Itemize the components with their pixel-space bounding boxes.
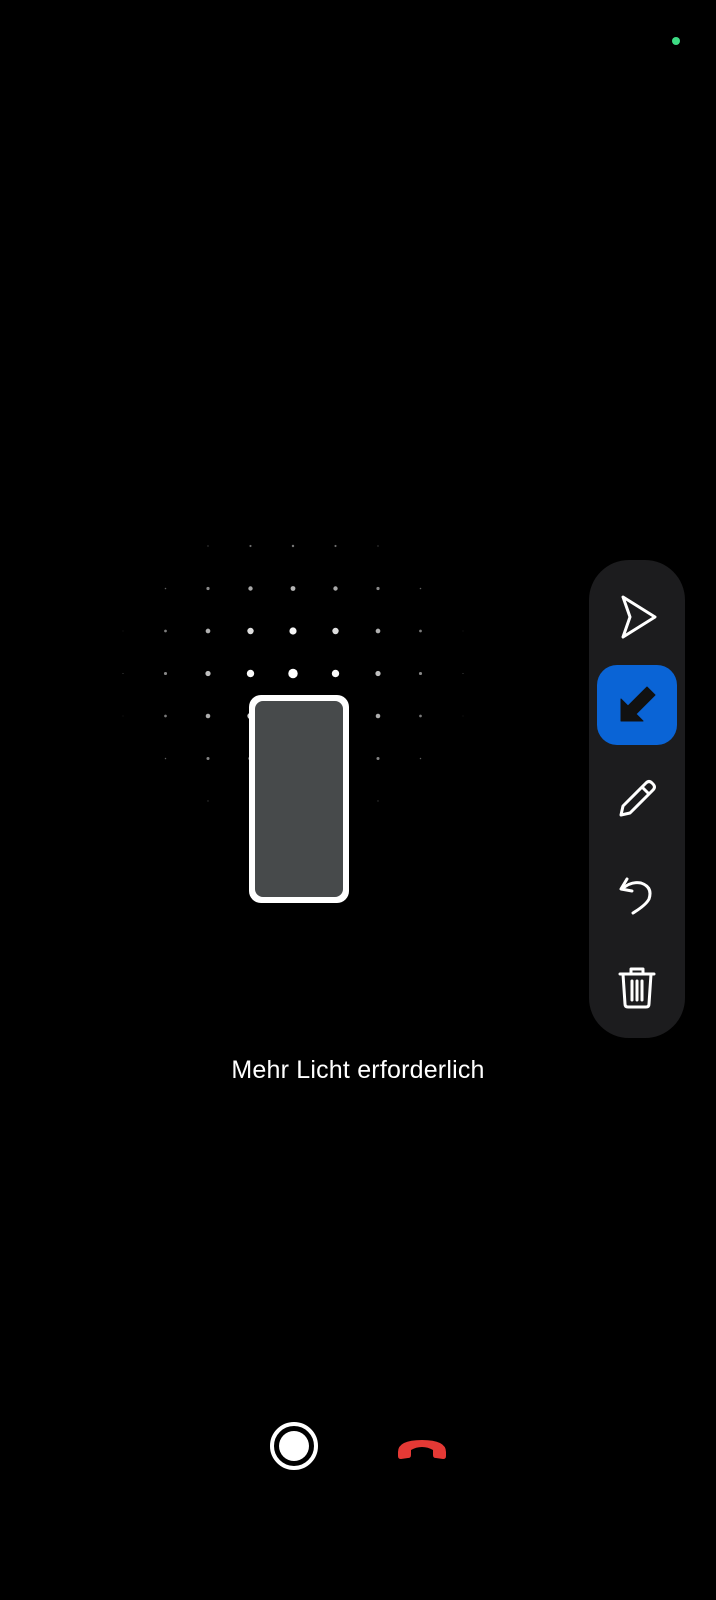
light-dot: [376, 756, 380, 761]
light-dot: [419, 587, 422, 590]
arrow-down-left-icon: [620, 686, 656, 722]
hang-up-button[interactable]: [394, 1426, 450, 1466]
light-dot: [205, 628, 211, 634]
pencil-tool-button[interactable]: [597, 759, 677, 839]
light-dot: [249, 544, 252, 548]
camera-screen: Mehr Licht erforderlich: [0, 0, 716, 1600]
call-controls: [0, 1420, 716, 1480]
light-dot: [207, 545, 209, 547]
light-dot: [164, 629, 167, 633]
light-dot: [462, 630, 464, 632]
light-dot: [164, 757, 167, 760]
undo-icon: [619, 877, 652, 915]
light-dot: [122, 630, 124, 632]
light-dot: [377, 545, 379, 547]
light-dot: [462, 673, 464, 674]
light-dot: [246, 669, 255, 678]
light-dot: [419, 714, 422, 718]
light-dot: [418, 671, 423, 676]
light-dot: [290, 586, 296, 591]
light-dot: [375, 670, 381, 677]
light-dot: [375, 628, 381, 634]
light-dot: [164, 587, 167, 590]
light-dot: [334, 544, 337, 548]
light-dot: [207, 800, 209, 802]
light-dot: [332, 627, 339, 635]
light-dot: [377, 800, 379, 802]
pointer-icon: [621, 595, 657, 639]
light-dot: [333, 586, 338, 591]
light-dot: [206, 586, 210, 591]
light-dot: [205, 713, 211, 719]
light-dot: [289, 627, 297, 635]
annotation-toolbar: [589, 560, 685, 1038]
pointer-tool-button[interactable]: [597, 577, 677, 657]
light-dot: [291, 544, 295, 548]
light-dot: [122, 715, 124, 717]
phone-outline-icon: [249, 695, 349, 903]
hint-text: Mehr Licht erforderlich: [231, 1056, 485, 1084]
light-dot: [375, 713, 381, 719]
light-dot: [247, 627, 254, 635]
light-dot: [122, 673, 124, 674]
arrow-tool-button[interactable]: [597, 665, 677, 745]
delete-button[interactable]: [597, 947, 677, 1027]
light-dot: [419, 629, 422, 633]
undo-button[interactable]: [597, 853, 677, 933]
light-dot: [419, 757, 422, 760]
light-dot: [462, 715, 464, 717]
light-dot: [248, 586, 253, 591]
light-dot: [205, 670, 211, 677]
light-dot: [288, 668, 298, 679]
light-dot: [206, 756, 210, 761]
light-dot: [164, 714, 167, 718]
trash-icon: [618, 967, 656, 1009]
light-dot: [331, 669, 340, 678]
record-button[interactable]: [268, 1420, 320, 1472]
light-dot: [163, 671, 168, 676]
pencil-icon: [619, 780, 656, 817]
light-dot: [376, 586, 380, 591]
